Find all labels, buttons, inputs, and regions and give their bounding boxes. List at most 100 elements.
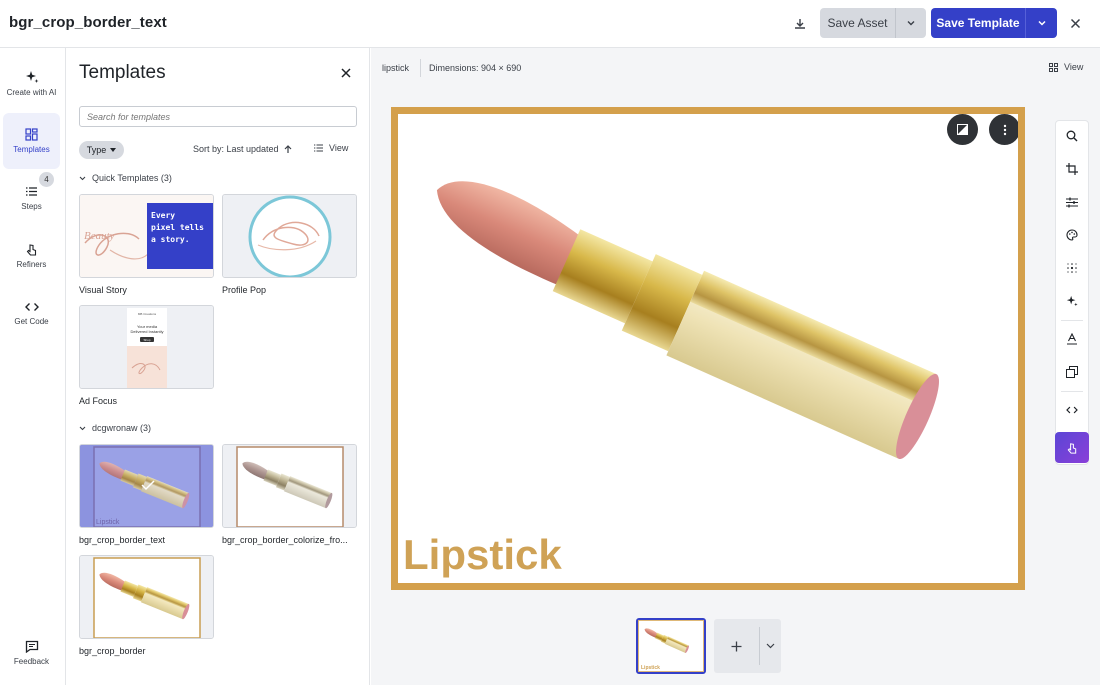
panel-title: Templates	[79, 62, 166, 83]
compare-button[interactable]	[947, 114, 978, 145]
group-header-quick-templates[interactable]: Quick Templates (3)	[79, 173, 172, 183]
template-thumbnail	[80, 556, 213, 638]
sparkle-icon	[1066, 295, 1078, 307]
template-card-bgr-crop-border-colorize[interactable]	[222, 444, 357, 528]
rail-get-code[interactable]: Get Code	[3, 285, 60, 341]
save-template-menu-button[interactable]	[1026, 8, 1057, 38]
add-frame-button[interactable]	[714, 619, 759, 673]
rail-templates[interactable]: Templates	[3, 113, 60, 169]
template-card-label: Profile Pop	[222, 285, 267, 295]
template-thumbnail: Beauty Every pixel tells a story.	[80, 195, 213, 277]
rail-label: Refiners	[16, 260, 47, 269]
view-label: View	[1064, 62, 1084, 72]
tool-code[interactable]	[1056, 395, 1088, 425]
template-card-label: bgr_crop_border_text	[79, 535, 166, 545]
template-thumbnail: MB Creations Your media Delivered Instan…	[80, 306, 213, 388]
rail-label: Feedback	[13, 657, 50, 666]
template-card-bgr-crop-border[interactable]	[79, 555, 214, 639]
save-asset-menu-button[interactable]	[896, 8, 926, 38]
template-card-label: bgr_crop_border	[79, 646, 146, 656]
grid-icon	[25, 128, 38, 141]
template-card-ad-focus[interactable]: MB Creations Your media Delivered Instan…	[79, 305, 214, 389]
steps-count-badge: 4	[39, 172, 54, 187]
artboard[interactable]: Lipstick	[391, 107, 1025, 590]
list-icon	[26, 187, 37, 196]
layers-icon	[1066, 366, 1078, 378]
templates-panel: Templates Type Sort by: Last updated Vie…	[67, 48, 370, 685]
compare-icon	[957, 124, 968, 135]
tool-text[interactable]	[1056, 324, 1088, 354]
rail-create-with-ai[interactable]: Create with AI	[3, 55, 60, 111]
rail-refiners[interactable]: Refiners	[3, 228, 60, 284]
view-label: View	[329, 143, 349, 153]
save-template-button-group: Save Template	[931, 8, 1057, 38]
template-card-label: Ad Focus	[79, 396, 118, 406]
add-frame-menu-button[interactable]	[760, 619, 781, 673]
close-icon	[341, 68, 351, 78]
svg-text:Delivered Instantly: Delivered Instantly	[131, 329, 164, 334]
template-card-profile-pop[interactable]	[222, 194, 357, 278]
asset-name-label: lipstick	[382, 63, 410, 73]
text-icon	[1067, 333, 1077, 345]
feedback-icon	[25, 640, 38, 653]
code-icon	[1066, 406, 1078, 414]
view-toggle-button[interactable]: View	[314, 143, 348, 153]
adjust-icon	[1066, 197, 1078, 207]
type-filter-chip[interactable]: Type	[79, 141, 124, 159]
template-search-input[interactable]	[79, 106, 357, 127]
close-editor-button[interactable]	[1064, 12, 1086, 34]
template-thumbnail	[223, 195, 356, 277]
blur-icon	[1067, 263, 1077, 273]
frame-thumbnail[interactable]: Lipstick	[636, 618, 706, 674]
download-button[interactable]	[788, 12, 812, 36]
template-card-visual-story[interactable]: Beauty Every pixel tells a story.	[79, 194, 214, 278]
tool-blur[interactable]	[1056, 253, 1088, 283]
template-card-bgr-crop-border-text[interactable]: Lipstick	[79, 444, 214, 528]
chevron-down-icon	[766, 643, 775, 649]
save-asset-button[interactable]: Save Asset	[820, 8, 895, 38]
tool-adjust[interactable]	[1056, 187, 1088, 217]
tool-zoom[interactable]	[1056, 121, 1088, 151]
search-icon	[1066, 130, 1078, 142]
asset-title: bgr_crop_border_text	[9, 14, 167, 31]
tool-refiners[interactable]	[1055, 432, 1089, 463]
artboard-caption: Lipstick	[403, 531, 562, 578]
save-asset-button-group: Save Asset	[820, 8, 926, 38]
divider	[1061, 391, 1083, 392]
group-header-dcgwronaw[interactable]: dcgwronaw (3)	[79, 423, 151, 433]
sparkle-icon	[25, 70, 38, 83]
rail-label: Get Code	[14, 316, 49, 326]
close-icon	[1070, 18, 1080, 28]
tool-strip	[1055, 120, 1089, 465]
chevron-down-icon	[79, 176, 86, 180]
svg-text:pixel tells: pixel tells	[151, 222, 204, 232]
canvas-area: lipstick Dimensions: 904 × 690 View Lips…	[371, 48, 1100, 685]
rail-feedback[interactable]: Feedback	[3, 625, 60, 681]
type-filter-label: Type	[86, 145, 107, 155]
grid-icon	[1049, 62, 1058, 72]
tool-ai-effects[interactable]	[1056, 286, 1088, 316]
sort-control[interactable]: Sort by: Last updated	[193, 144, 292, 154]
svg-text:Every: Every	[151, 211, 175, 220]
tool-crop[interactable]	[1056, 154, 1088, 184]
plus-icon	[731, 641, 742, 651]
lipstick-image	[413, 158, 947, 464]
canvas-view-button[interactable]: View	[1049, 62, 1083, 72]
svg-text:a story.: a story.	[151, 235, 190, 244]
more-options-button[interactable]	[989, 114, 1018, 145]
sort-label: Sort by: Last updated	[193, 144, 279, 154]
tool-layers[interactable]	[1056, 357, 1088, 387]
save-template-button[interactable]: Save Template	[931, 8, 1025, 38]
template-card-label: bgr_crop_border_colorize_fro...	[222, 535, 348, 545]
divider	[420, 59, 421, 77]
rail-label: Templates	[13, 145, 50, 154]
caret-down-icon	[110, 148, 117, 152]
group-label: Quick Templates (3)	[92, 173, 172, 183]
tool-color[interactable]	[1056, 220, 1088, 250]
divider	[1061, 320, 1083, 321]
mini-button-text: Shop	[143, 338, 150, 342]
rail-steps[interactable]: 4 Steps	[3, 170, 60, 226]
template-thumbnail	[223, 445, 356, 527]
chevron-down-icon	[1037, 20, 1046, 26]
close-panel-button[interactable]	[337, 64, 355, 82]
